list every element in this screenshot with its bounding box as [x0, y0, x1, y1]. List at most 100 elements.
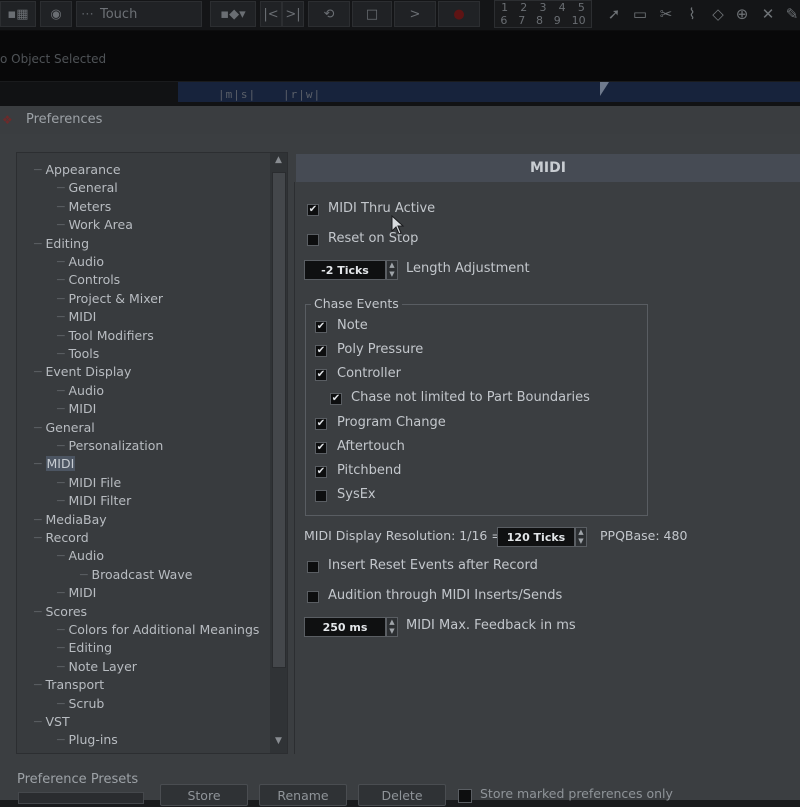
midi-thru-label: MIDI Thru Active: [328, 201, 436, 216]
reset-on-stop-checkbox[interactable]: [307, 234, 319, 246]
tree-item[interactable]: ─ Controls: [57, 272, 120, 288]
settings-icon[interactable]: ◉: [40, 1, 72, 27]
marker-6[interactable]: 6: [500, 14, 507, 27]
chase-controller-label: Controller: [337, 366, 401, 381]
chase-poly-pressure-checkbox[interactable]: ✔: [315, 345, 327, 357]
scroll-up-icon[interactable]: ▲: [271, 155, 286, 170]
mute-tool-icon[interactable]: ✕: [758, 4, 778, 24]
tree-item[interactable]: ─ Audio: [57, 548, 104, 564]
tree-item[interactable]: ─ Project & Mixer: [57, 291, 163, 307]
track-read-write-buttons[interactable]: |r|w|: [283, 88, 321, 101]
glue-tool-icon[interactable]: ⌇: [682, 4, 702, 24]
store-marked-checkbox[interactable]: [458, 789, 472, 803]
max-feedback-stepper[interactable]: ▲ ▼: [386, 617, 398, 637]
tree-connector: ─: [34, 162, 46, 177]
range-tool-icon[interactable]: ▭: [630, 4, 650, 24]
tree-item[interactable]: ─ General: [34, 420, 95, 436]
tree-item[interactable]: ─ Editing: [34, 236, 89, 252]
audition-checkbox[interactable]: [307, 591, 319, 603]
marker-7[interactable]: 7: [518, 14, 525, 27]
tree-item[interactable]: ─ Tool Modifiers: [57, 328, 154, 344]
left-locator-marker[interactable]: [600, 82, 609, 96]
tree-item[interactable]: ─ Transport: [34, 677, 104, 693]
tree-item[interactable]: ─ Editing: [57, 640, 112, 656]
insert-reset-checkbox[interactable]: [307, 561, 319, 573]
tree-item[interactable]: ─ MIDI Filter: [57, 493, 131, 509]
tree-item-label: Personalization: [68, 438, 164, 453]
length-adjustment-stepper[interactable]: ▲ ▼: [386, 260, 398, 280]
chase-program-change-checkbox[interactable]: ✔: [315, 418, 327, 430]
tree-item[interactable]: ─ MIDI File: [57, 475, 121, 491]
tree-item[interactable]: ─ Tools: [57, 346, 99, 362]
marker-1[interactable]: 1: [501, 1, 508, 14]
store-marked-label: Store marked preferences only: [480, 786, 673, 801]
cycle-icon[interactable]: ⟲: [308, 1, 350, 27]
midi-thru-checkbox[interactable]: ✔: [307, 204, 319, 216]
autoscroll-icon[interactable]: ▪◆▾: [210, 1, 256, 27]
preferences-titlebar[interactable]: [0, 106, 800, 134]
tree-item[interactable]: ─ MIDI: [57, 309, 96, 325]
marker-3[interactable]: 3: [539, 1, 546, 14]
tree-item[interactable]: ─ MIDI: [34, 456, 76, 472]
marker-9[interactable]: 9: [554, 14, 561, 27]
layout-icon[interactable]: ▪▦: [0, 1, 36, 27]
chase-controller-checkbox[interactable]: ✔: [315, 369, 327, 381]
chase-not-limited-checkbox[interactable]: ✔: [330, 393, 342, 405]
tree-item[interactable]: ─ Work Area: [57, 217, 133, 233]
marker-counter[interactable]: 1 2 3 4 5 6 7 8 9 10: [494, 0, 592, 28]
marker-10[interactable]: 10: [572, 14, 586, 27]
tree-item[interactable]: ─ MIDI: [57, 401, 96, 417]
marker-4[interactable]: 4: [559, 1, 566, 14]
tree-item[interactable]: ─ Event Display: [34, 364, 131, 380]
draw-tool-icon[interactable]: ✎: [782, 4, 800, 24]
tree-item[interactable]: ─ Broadcast Wave: [80, 567, 192, 583]
selection-status: o Object Selected: [0, 52, 107, 66]
display-resolution-field[interactable]: 120 Ticks: [497, 527, 575, 547]
tree-item[interactable]: ─ Plug-ins: [57, 732, 118, 748]
tree-item[interactable]: ─ MIDI: [57, 585, 96, 601]
chase-aftertouch-checkbox[interactable]: ✔: [315, 442, 327, 454]
play-icon[interactable]: >: [394, 1, 436, 27]
tree-item[interactable]: ─ MediaBay: [34, 512, 107, 528]
delete-button[interactable]: Delete: [358, 784, 446, 806]
tree-item[interactable]: ─ Personalization: [57, 438, 163, 454]
rename-button[interactable]: Rename: [259, 784, 347, 806]
tree-item[interactable]: ─ Colors for Additional Meanings: [57, 622, 259, 638]
tree-item[interactable]: ─ Appearance: [34, 162, 121, 178]
scroll-down-icon[interactable]: ▼: [271, 736, 286, 751]
go-to-next-marker-icon[interactable]: >|: [282, 1, 304, 27]
tree-item[interactable]: ─ General: [57, 180, 118, 196]
zoom-tool-icon[interactable]: ⊕: [732, 4, 752, 24]
max-feedback-field[interactable]: 250 ms: [304, 617, 386, 637]
chase-note-checkbox[interactable]: ✔: [315, 321, 327, 333]
automation-mode-dropdown[interactable]: ⋯ Touch: [76, 1, 202, 27]
split-tool-icon[interactable]: ✂: [656, 4, 676, 24]
marker-2[interactable]: 2: [520, 1, 527, 14]
ruler-locator-range[interactable]: [178, 82, 800, 102]
pointer-tool-icon[interactable]: ➚: [604, 4, 624, 24]
tree-item[interactable]: ─ Record: [34, 530, 89, 546]
tree-item[interactable]: ─ Meters: [57, 199, 111, 215]
tree-item[interactable]: ─ Audio: [57, 383, 104, 399]
preference-presets-dropdown[interactable]: [18, 792, 144, 804]
page-title: MIDI: [296, 154, 800, 183]
chase-sysex-checkbox[interactable]: [315, 490, 327, 502]
tree-item[interactable]: ─ Audio: [57, 254, 104, 270]
marker-5[interactable]: 5: [578, 1, 585, 14]
record-icon[interactable]: ●: [438, 1, 480, 27]
chase-pitchbend-checkbox[interactable]: ✔: [315, 466, 327, 478]
store-button[interactable]: Store: [160, 784, 248, 806]
go-to-previous-marker-icon[interactable]: |<: [260, 1, 282, 27]
stop-icon[interactable]: □: [352, 1, 392, 27]
track-mute-solo-buttons[interactable]: |m|s|: [218, 88, 256, 101]
marker-8[interactable]: 8: [536, 14, 543, 27]
tree-scrollbar-thumb[interactable]: [272, 172, 286, 668]
tree-item[interactable]: ─ Scrub: [57, 696, 104, 712]
tree-item[interactable]: ─ VST: [34, 714, 70, 730]
display-resolution-stepper[interactable]: ▲ ▼: [575, 527, 587, 547]
tree-item[interactable]: ─ Note Layer: [57, 659, 137, 675]
tree-item[interactable]: ─ Scores: [34, 604, 87, 620]
erase-tool-icon[interactable]: ◇: [708, 4, 728, 24]
tree-item-label: Colors for Additional Meanings: [68, 622, 260, 637]
length-adjustment-field[interactable]: -2 Ticks: [304, 260, 386, 280]
